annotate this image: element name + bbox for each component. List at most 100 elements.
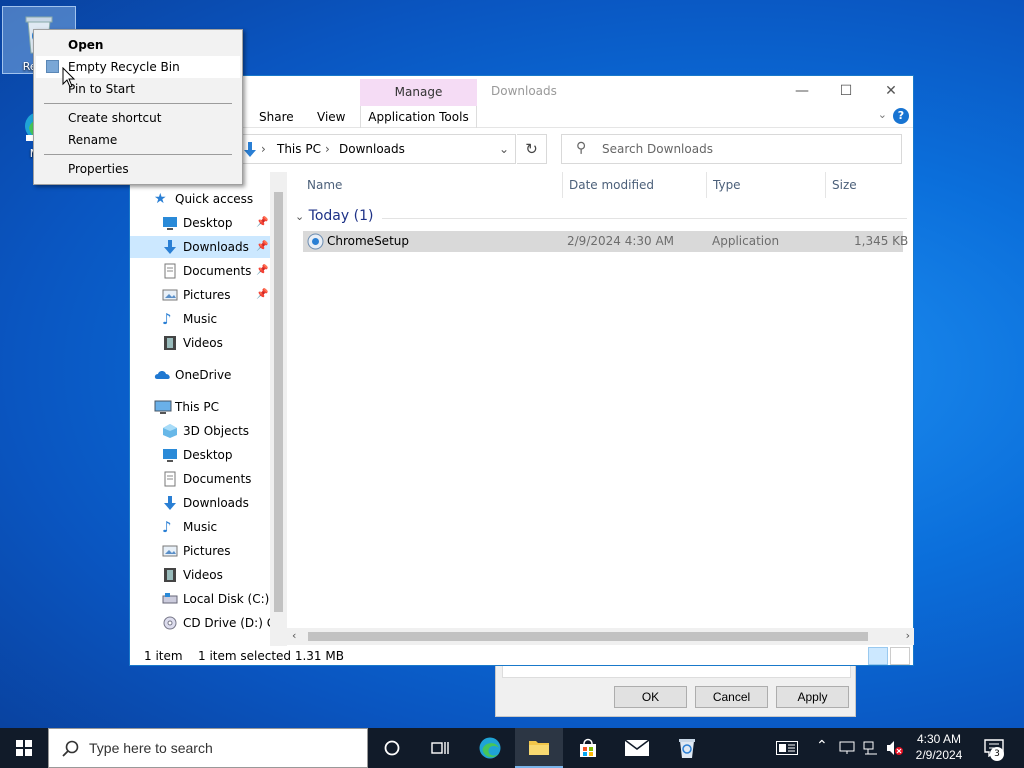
maximize-button[interactable]: ☐: [836, 82, 856, 100]
menu-label: Empty Recycle Bin: [68, 60, 180, 74]
taskbar-file-explorer[interactable]: [515, 728, 563, 768]
taskbar-edge[interactable]: [466, 728, 514, 768]
taskbar-search-input[interactable]: Type here to search: [48, 728, 368, 768]
cortana-button[interactable]: [368, 728, 416, 768]
tab-share[interactable]: Share: [259, 110, 294, 124]
scrollbar-thumb[interactable]: [308, 632, 868, 641]
column-divider[interactable]: [825, 172, 826, 198]
breadcrumb-this-pc[interactable]: This PC: [277, 142, 321, 156]
table-row[interactable]: ChromeSetup 2/9/2024 4:30 AM Application…: [303, 231, 908, 252]
store-icon: [580, 738, 596, 757]
nav-pc-music[interactable]: ♪ Music: [130, 516, 270, 538]
file-explorer-window: Manage Downloads — ☐ ✕ Share View Applic…: [129, 75, 914, 666]
chevron-down-icon: ⌄: [295, 210, 305, 223]
cancel-button[interactable]: Cancel: [695, 686, 768, 708]
large-icons-view-icon[interactable]: [890, 647, 910, 665]
system-clock[interactable]: 4:30 AM 2/9/2024: [908, 731, 970, 763]
tab-application-tools[interactable]: Application Tools: [360, 106, 477, 128]
nav-label: OneDrive: [175, 368, 232, 382]
close-button[interactable]: ✕: [881, 82, 901, 100]
manage-tab[interactable]: Manage: [360, 79, 477, 106]
apply-button[interactable]: Apply: [776, 686, 849, 708]
menu-rename[interactable]: Rename: [36, 129, 240, 151]
nav-downloads[interactable]: Downloads 📌: [130, 236, 270, 258]
start-button[interactable]: [0, 728, 48, 768]
nav-local-disk[interactable]: Local Disk (C:): [130, 588, 270, 610]
nav-pc-documents[interactable]: Documents: [130, 468, 270, 490]
column-name[interactable]: Name: [307, 178, 342, 192]
file-type: Application: [712, 234, 780, 248]
taskbar-store[interactable]: [564, 728, 612, 768]
ok-button[interactable]: OK: [614, 686, 687, 708]
column-divider[interactable]: [562, 172, 563, 198]
menu-properties[interactable]: Properties: [36, 158, 240, 180]
menu-open[interactable]: Open: [36, 34, 240, 56]
downloads-icon: [162, 495, 178, 511]
taskbar-mail[interactable]: [613, 728, 661, 768]
tray-network-status[interactable]: [836, 728, 858, 768]
title-bar[interactable]: Manage Downloads — ☐ ✕: [130, 76, 913, 106]
address-bar[interactable]: › This PC › Downloads ⌄: [240, 134, 516, 164]
horizontal-scrollbar[interactable]: ‹ ›: [287, 628, 914, 645]
breadcrumb-downloads[interactable]: Downloads: [339, 142, 405, 156]
nav-pc-downloads[interactable]: Downloads: [130, 492, 270, 514]
recycle-bin-icon: [46, 60, 59, 73]
tab-view[interactable]: View: [317, 110, 345, 124]
nav-pc-videos[interactable]: Videos: [130, 564, 270, 586]
column-type[interactable]: Type: [713, 178, 741, 192]
nav-documents[interactable]: Documents 📌: [130, 260, 270, 282]
column-date-modified[interactable]: Date modified: [569, 178, 654, 192]
scroll-right-arrow[interactable]: ›: [906, 629, 910, 642]
cloud-icon: [154, 367, 170, 383]
nav-pc-desktop[interactable]: Desktop: [130, 444, 270, 466]
nav-label: Documents: [183, 472, 252, 486]
scroll-left-arrow[interactable]: ‹: [292, 629, 296, 642]
column-size[interactable]: Size: [832, 178, 857, 192]
scrollbar-thumb[interactable]: [274, 192, 283, 612]
mail-icon: [625, 740, 649, 756]
menu-create-shortcut[interactable]: Create shortcut: [36, 107, 240, 129]
task-view-button[interactable]: [416, 728, 464, 768]
tray-ethernet[interactable]: [860, 728, 882, 768]
details-view-icon[interactable]: [868, 647, 888, 665]
group-header[interactable]: ⌄ Today (1): [295, 208, 373, 224]
tray-news[interactable]: [770, 728, 806, 768]
nav-label: Local Disk (C:): [183, 592, 270, 606]
search-input[interactable]: ⚲ Search Downloads: [561, 134, 902, 164]
nav-pictures[interactable]: Pictures 📌: [130, 284, 270, 306]
nav-label: Downloads: [183, 496, 249, 510]
nav-quick-access[interactable]: ★ Quick access: [130, 188, 270, 210]
cortana-icon: [384, 740, 400, 756]
downloads-arrow-icon: [244, 142, 256, 157]
documents-icon: [162, 263, 178, 279]
pin-icon[interactable]: 📌: [256, 284, 268, 306]
chevron-down-icon[interactable]: ⌄: [878, 108, 887, 121]
nav-3d-objects[interactable]: 3D Objects: [130, 420, 270, 442]
column-divider[interactable]: [706, 172, 707, 198]
tray-chevron-up[interactable]: ⌃: [810, 728, 834, 768]
nav-label: Videos: [183, 336, 223, 350]
item-count: 1 item: [144, 649, 183, 663]
nav-music[interactable]: ♪ Music: [130, 308, 270, 330]
chevron-down-icon[interactable]: ⌄: [499, 142, 509, 156]
nav-label: Desktop: [183, 216, 233, 230]
nav-desktop[interactable]: Desktop 📌: [130, 212, 270, 234]
pictures-icon: [162, 287, 178, 303]
tray-volume[interactable]: [884, 728, 906, 768]
nav-onedrive[interactable]: OneDrive: [130, 364, 270, 386]
nav-this-pc[interactable]: This PC: [130, 396, 270, 418]
pin-icon[interactable]: 📌: [256, 260, 268, 282]
nav-videos[interactable]: Videos: [130, 332, 270, 354]
refresh-button[interactable]: ↻: [517, 134, 547, 164]
edge-icon: [479, 737, 501, 759]
documents-icon: [162, 471, 178, 487]
nav-scrollbar[interactable]: [270, 172, 287, 646]
nav-pc-pictures[interactable]: Pictures: [130, 540, 270, 562]
pin-icon[interactable]: 📌: [256, 236, 268, 258]
taskbar-recycle-bin[interactable]: [662, 728, 710, 768]
nav-cd-drive[interactable]: CD Drive (D:) GS: [130, 612, 284, 634]
minimize-button[interactable]: —: [792, 82, 812, 100]
pin-icon[interactable]: 📌: [256, 212, 268, 234]
notification-badge: 3: [990, 747, 1004, 761]
help-icon[interactable]: ?: [893, 108, 909, 124]
